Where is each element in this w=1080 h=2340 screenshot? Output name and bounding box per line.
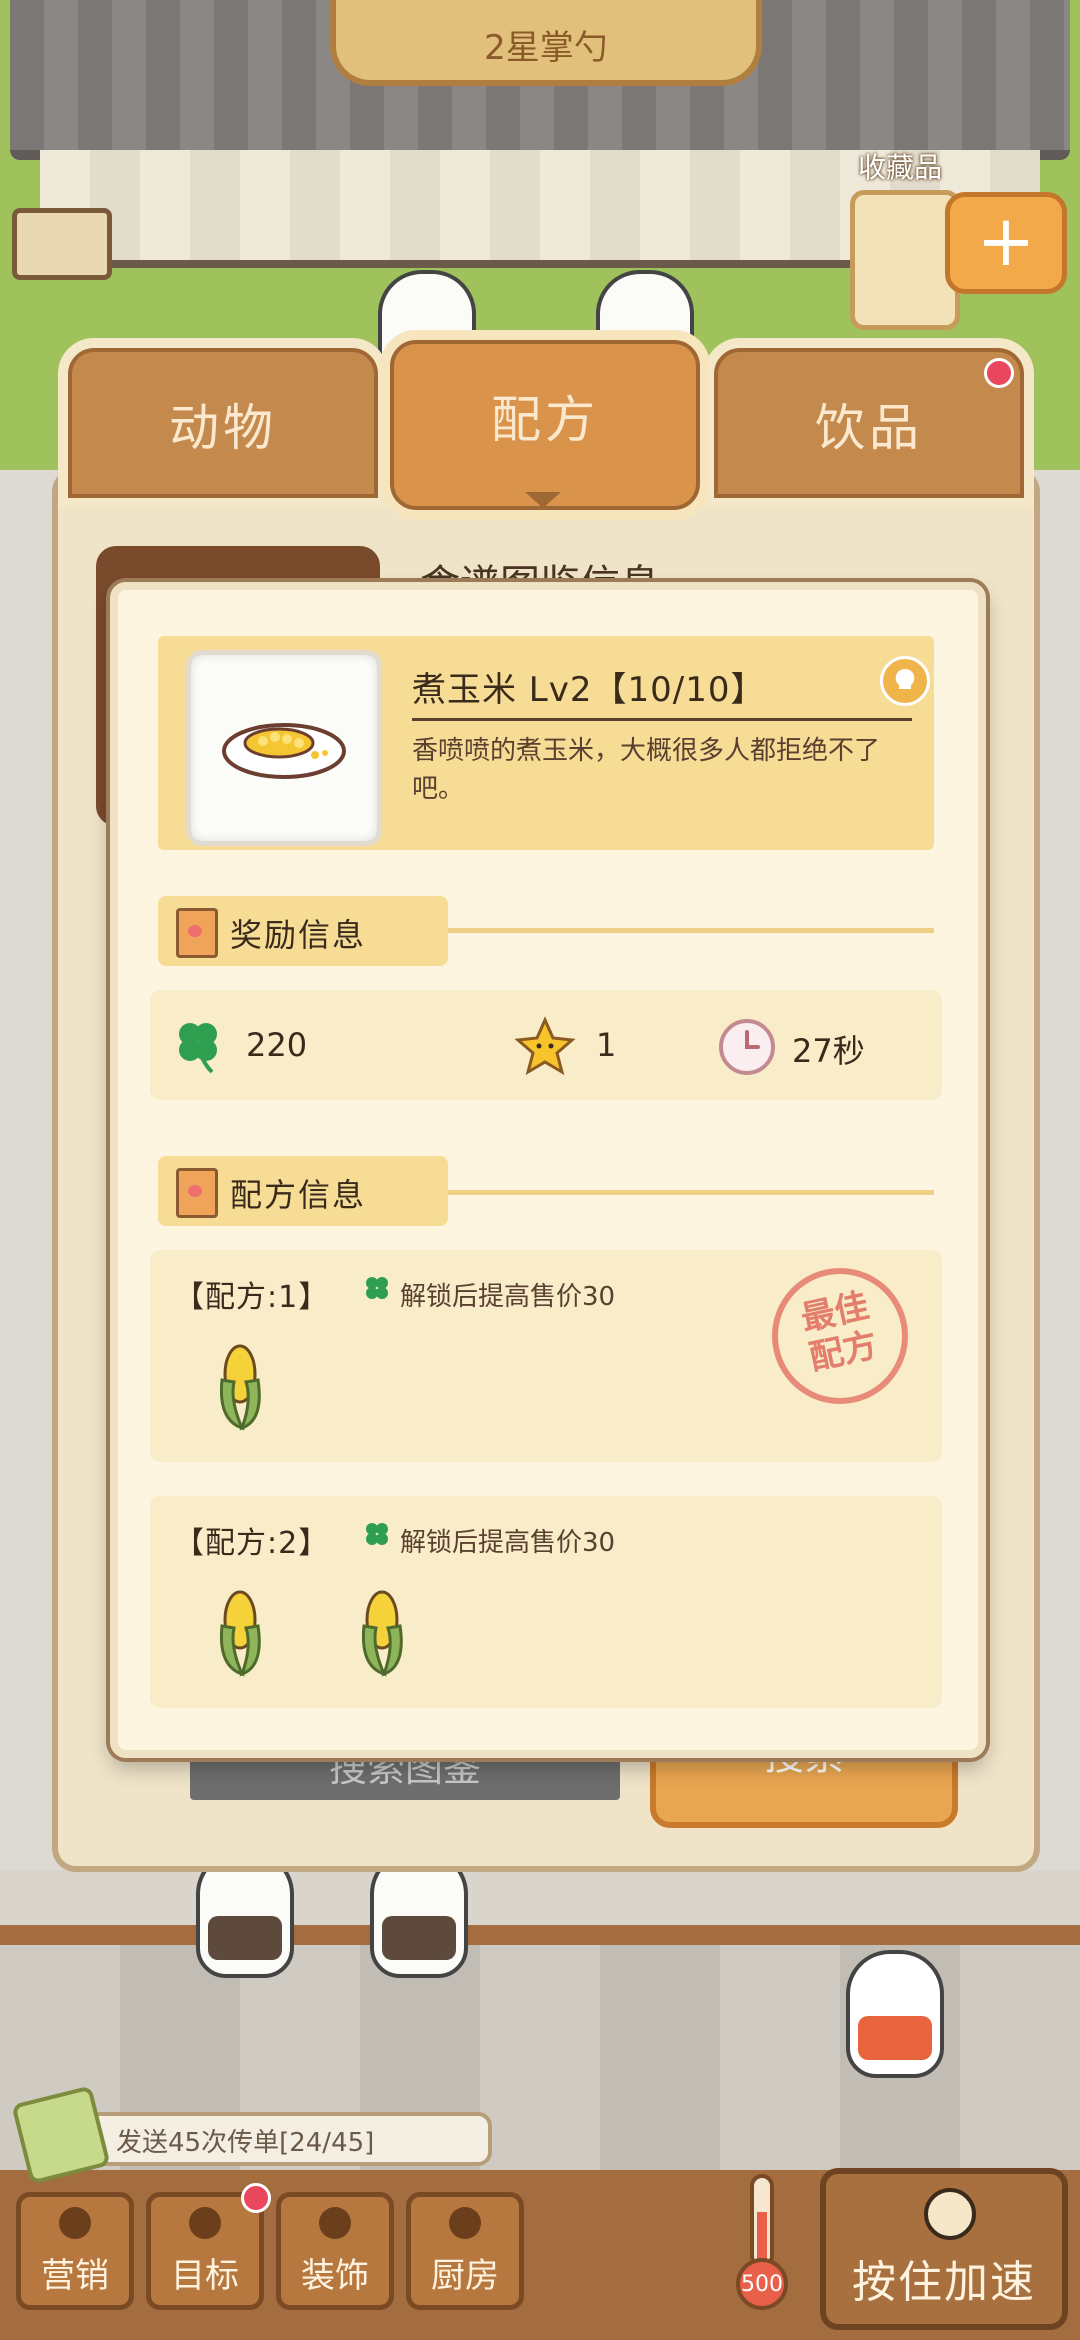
floor-rail <box>0 1925 1080 1945</box>
recipe-title: 【配方:2】 <box>174 1526 330 1561</box>
book-icon <box>176 1168 218 1218</box>
star-icon <box>514 1016 576 1076</box>
task-progress-bar[interactable]: 发送45次传单[24/45] <box>86 2112 492 2166</box>
tab-pointer <box>525 492 561 508</box>
corn-icon <box>361 1590 403 1677</box>
tab-drinks[interactable]: 饮品 <box>704 338 1034 508</box>
kitchen-button[interactable]: 厨房 <box>406 2192 524 2310</box>
recipe-section-header: 配方信息 <box>158 1156 448 1226</box>
dish-info-card: 煮玉米 Lv2【10/10】 香喷喷的煮玉米，大概很多人都拒绝不了吧。 <box>158 636 934 850</box>
recipe-bonus-note: 解锁后提高售价30 <box>400 1528 616 1558</box>
megaphone-icon <box>59 2207 91 2239</box>
tab-label: 动物 <box>169 399 277 457</box>
marketing-button[interactable]: 营销 <box>16 2192 134 2310</box>
book-icon <box>176 908 218 958</box>
dish-image-frame <box>186 650 382 846</box>
corn-icon <box>219 1590 261 1677</box>
hud-label: 营销 <box>41 2256 109 2296</box>
section-divider <box>448 928 934 933</box>
play-icon <box>924 2188 976 2240</box>
best-recipe-stamp: 最佳 配方 <box>759 1255 921 1417</box>
recipe-bonus-note: 解锁后提高售价30 <box>400 1282 616 1312</box>
divider <box>412 718 912 721</box>
thermometer-gauge: 500 <box>730 2172 794 2312</box>
hud-label: 装饰 <box>301 2256 369 2296</box>
collection-label: 收藏品 <box>858 151 943 184</box>
notification-dot <box>984 358 1014 388</box>
clover-icon <box>366 1277 388 1299</box>
pan-icon <box>449 2207 481 2239</box>
paint-roller-icon <box>319 2207 351 2239</box>
rank-sign: 2星掌勺 <box>330 0 762 86</box>
picture-frame-icon <box>12 208 112 280</box>
add-button[interactable]: + <box>945 192 1067 294</box>
recipe-card-1: 【配方:1】 解锁后提高售价30 最佳 配方 <box>150 1250 942 1462</box>
sheep-character <box>846 1950 944 2078</box>
tab-animals[interactable]: 动物 <box>58 338 388 508</box>
corn-icon <box>219 1344 261 1431</box>
hud-label: 厨房 <box>431 2256 499 2296</box>
section-label: 配方信息 <box>230 1176 367 1214</box>
recipe-title: 【配方:1】 <box>174 1280 330 1315</box>
tab-label: 饮品 <box>815 399 923 457</box>
reward-section-header: 奖励信息 <box>158 896 448 966</box>
upgrade-icon[interactable] <box>880 656 930 706</box>
reward-row: 220 1 27秒 <box>150 990 942 1100</box>
hold-to-speed-up-button[interactable]: 按住加速 <box>820 2168 1068 2330</box>
target-icon <box>189 2207 221 2239</box>
clover-value: 220 <box>246 1026 308 1064</box>
clover-icon <box>366 1523 388 1545</box>
corn-plate-icon <box>222 723 346 779</box>
goals-button[interactable]: 目标 <box>146 2183 271 2310</box>
tab-label: 配方 <box>491 391 599 449</box>
thermo-value: 500 <box>741 2272 783 2297</box>
section-label: 奖励信息 <box>230 916 367 954</box>
time-value: 27秒 <box>792 1032 865 1070</box>
hud-label: 目标 <box>171 2256 239 2296</box>
decor-button[interactable]: 装饰 <box>276 2192 394 2310</box>
rank-label: 2星掌勺 <box>484 28 608 68</box>
star-value: 1 <box>596 1026 617 1064</box>
collection-button[interactable] <box>850 190 960 330</box>
dish-description: 香喷喷的煮玉米，大概很多人都拒绝不了吧。 <box>412 736 881 804</box>
speed-label: 按住加速 <box>852 2257 1036 2308</box>
notification-dot <box>241 2183 271 2213</box>
section-divider <box>448 1190 934 1195</box>
recipe-card-2: 【配方:2】 解锁后提高售价30 <box>150 1496 942 1708</box>
clock-icon <box>719 1019 775 1075</box>
dish-title: 煮玉米 Lv2【10/10】 <box>412 670 766 710</box>
recipe-detail-modal: 煮玉米 Lv2【10/10】 香喷喷的煮玉米，大概很多人都拒绝不了吧。 奖励信息… <box>110 582 986 1758</box>
clover-icon <box>179 1023 217 1074</box>
